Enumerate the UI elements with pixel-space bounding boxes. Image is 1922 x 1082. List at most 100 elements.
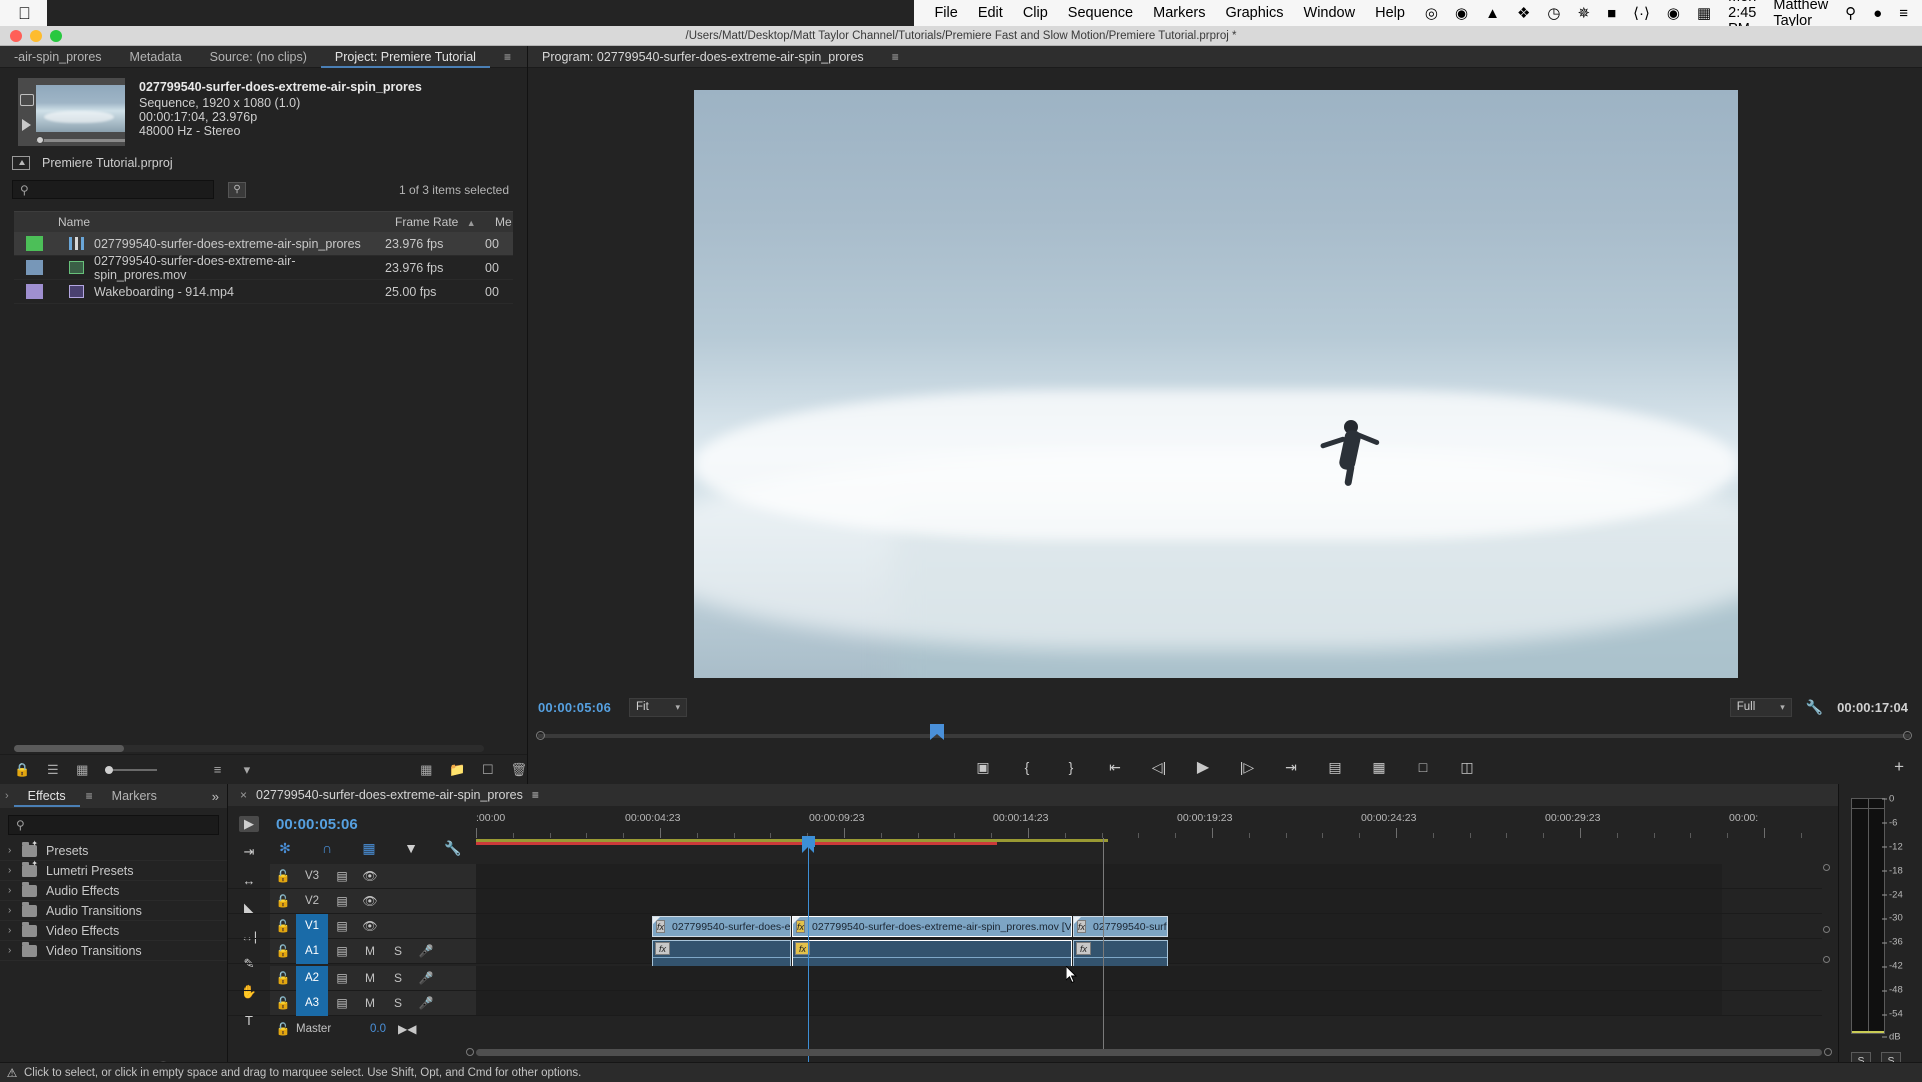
track-lane-v1[interactable]: fx 027799540-surfer-does-extreme- fx 027… <box>476 914 1722 938</box>
linked-selection-icon[interactable]: ✻ <box>276 840 294 856</box>
column-media[interactable]: Me <box>495 215 513 229</box>
menu-markers[interactable]: Markers <box>1153 5 1205 21</box>
track-target-icon[interactable]: ▤ <box>328 996 356 1010</box>
scrubber-track[interactable] <box>538 734 1910 738</box>
timeline-clip[interactable]: fx 027799540-surfer-does-extreme- <box>652 916 791 937</box>
wrench-icon[interactable]: 🔧 <box>1806 699 1823 716</box>
mute-button[interactable]: M <box>356 971 384 985</box>
program-current-timecode[interactable]: 00:00:05:06 <box>538 700 611 715</box>
timeline-vertical-scrollbar[interactable] <box>1823 864 1830 1060</box>
column-frame-rate[interactable]: Frame Rate ▲ <box>395 215 495 229</box>
microphone-icon[interactable]: 🎤 <box>412 996 440 1010</box>
mute-button[interactable]: M <box>356 944 384 958</box>
track-name-a1[interactable]: A1 <box>296 938 328 964</box>
track-target-icon[interactable]: ▤ <box>328 869 356 883</box>
table-row[interactable]: 027799540-surfer-does-extreme-air-spin_p… <box>14 232 513 256</box>
effects-search-input[interactable] <box>30 818 181 832</box>
new-bin-icon[interactable]: 📁 <box>449 762 465 777</box>
chevron-right-icon[interactable]: › <box>8 945 22 956</box>
wifi-icon[interactable]: ◉ <box>1667 6 1680 21</box>
comparison-view-icon[interactable]: ◫ <box>1456 757 1478 777</box>
list-view-icon[interactable]: ☰ <box>46 762 59 777</box>
panel-menu-icon[interactable]: ≡ <box>80 785 98 807</box>
microphone-icon[interactable]: 🎤 <box>412 971 440 985</box>
lock-icon[interactable]: 🔓 <box>270 944 296 958</box>
thumbnail-scrubber[interactable] <box>36 136 125 144</box>
lock-icon[interactable]: 🔓 <box>270 919 296 933</box>
solo-button[interactable]: S <box>384 944 412 958</box>
search-input[interactable] <box>34 182 195 197</box>
program-video-frame[interactable] <box>694 90 1738 678</box>
timeline-playhead[interactable] <box>802 836 815 1082</box>
battery-icon[interactable]: ■ <box>1607 6 1616 21</box>
warning-icon[interactable]: ⚠ <box>0 1066 24 1080</box>
code-icon[interactable]: ⟨·⟩ <box>1633 6 1650 21</box>
resolution-dropdown[interactable]: Full ▾ <box>1729 697 1792 717</box>
lock-icon[interactable]: 🔒 <box>14 762 30 777</box>
scrollbar-bottom-cap[interactable] <box>1823 956 1830 963</box>
bug-icon[interactable]: ❖ <box>1517 6 1530 21</box>
find-button[interactable]: ⚲ <box>228 181 246 198</box>
timeline-work-area-bar[interactable] <box>476 839 1822 845</box>
eye-icon[interactable]: 👁 <box>356 919 384 933</box>
fx-badge-icon[interactable]: fx <box>1076 942 1091 955</box>
panel-menu-icon[interactable]: ≡ <box>532 788 539 802</box>
track-name-v3[interactable]: V3 <box>296 864 328 889</box>
go-to-in-icon[interactable]: ⇤ <box>1104 757 1126 777</box>
track-name-v2[interactable]: V2 <box>296 889 328 914</box>
menu-clip[interactable]: Clip <box>1023 5 1048 21</box>
tab-effects[interactable]: Effects <box>13 785 80 807</box>
tab-project[interactable]: Project: Premiere Tutorial <box>320 46 490 68</box>
bluetooth-icon[interactable]: ✵ <box>1578 6 1591 21</box>
program-scrubber[interactable] <box>528 724 1922 746</box>
delete-icon[interactable]: 🗑 <box>510 762 527 777</box>
track-target-icon[interactable]: ▤ <box>328 919 356 933</box>
menu-help[interactable]: Help <box>1375 5 1405 21</box>
step-back-icon[interactable]: ◁| <box>1148 757 1170 777</box>
menu-sequence[interactable]: Sequence <box>1068 5 1133 21</box>
chevron-right-icon[interactable]: › <box>8 925 22 936</box>
track-name-a3[interactable]: A3 <box>296 990 328 1016</box>
button-editor-plus-icon[interactable]: + <box>1894 752 1904 782</box>
lock-icon[interactable]: 🔓 <box>270 996 296 1010</box>
search-input-wrapper[interactable]: ⚲ <box>12 180 214 199</box>
zoom-slider[interactable] <box>104 765 157 774</box>
list-item[interactable]: › Video Transitions <box>0 941 227 961</box>
list-item[interactable]: › Audio Transitions <box>0 901 227 921</box>
eye-icon[interactable]: 👁 <box>356 894 384 908</box>
scrubber-end-handle[interactable] <box>1903 731 1912 740</box>
mail-icon[interactable]: ▲ <box>1485 6 1500 21</box>
marker-icon[interactable]: ▣ <box>972 757 994 777</box>
scrubber-playhead[interactable] <box>930 724 944 740</box>
mark-out-icon[interactable]: } <box>1060 757 1082 777</box>
track-select-forward-tool[interactable]: ⇥ <box>239 844 259 860</box>
user-name[interactable]: Matthew Taylor <box>1773 0 1828 29</box>
track-target-icon[interactable]: ▤ <box>328 894 356 908</box>
timeline-sequence-name[interactable]: 027799540-surfer-does-extreme-air-spin_p… <box>256 788 523 802</box>
track-lane-a2[interactable] <box>476 966 1722 990</box>
zoom-level-dropdown[interactable]: Fit ▾ <box>629 697 688 717</box>
track-lane-a1[interactable]: fx fx fx <box>476 939 1722 976</box>
project-horizontal-scrollbar[interactable] <box>14 745 484 752</box>
record-icon[interactable]: ◎ <box>1425 6 1438 21</box>
solo-button[interactable]: S <box>384 996 412 1010</box>
selection-tool[interactable]: ▶ <box>239 816 259 832</box>
chevron-right-icon[interactable]: › <box>8 845 22 856</box>
effects-search-wrapper[interactable]: ⚲ <box>8 815 219 835</box>
tab-metadata[interactable]: Metadata <box>116 46 196 68</box>
microphone-icon[interactable]: 🎤 <box>412 944 440 958</box>
track-lane-a3[interactable] <box>476 991 1722 1015</box>
track-name-v1[interactable]: V1 <box>296 913 328 939</box>
time-machine-icon[interactable]: ◷ <box>1547 6 1560 21</box>
export-frame-icon[interactable]: □ <box>1412 757 1434 777</box>
list-item[interactable]: › Audio Effects <box>0 881 227 901</box>
timeline-ruler[interactable]: :00:00 00:00:04:23 00:00:09:23 00:00:14:… <box>476 812 1913 838</box>
icon-view-icon[interactable]: ▦ <box>76 762 89 777</box>
go-to-out-icon[interactable]: ⇥ <box>1280 757 1302 777</box>
mark-in-icon[interactable]: { <box>1016 757 1038 777</box>
track-target-icon[interactable]: ▤ <box>328 971 356 985</box>
master-meter-icon[interactable]: ▶◀ <box>398 1022 416 1036</box>
track-lane-v3[interactable] <box>476 864 1722 888</box>
menu-graphics[interactable]: Graphics <box>1225 5 1283 21</box>
parent-bin-icon[interactable] <box>12 156 30 170</box>
